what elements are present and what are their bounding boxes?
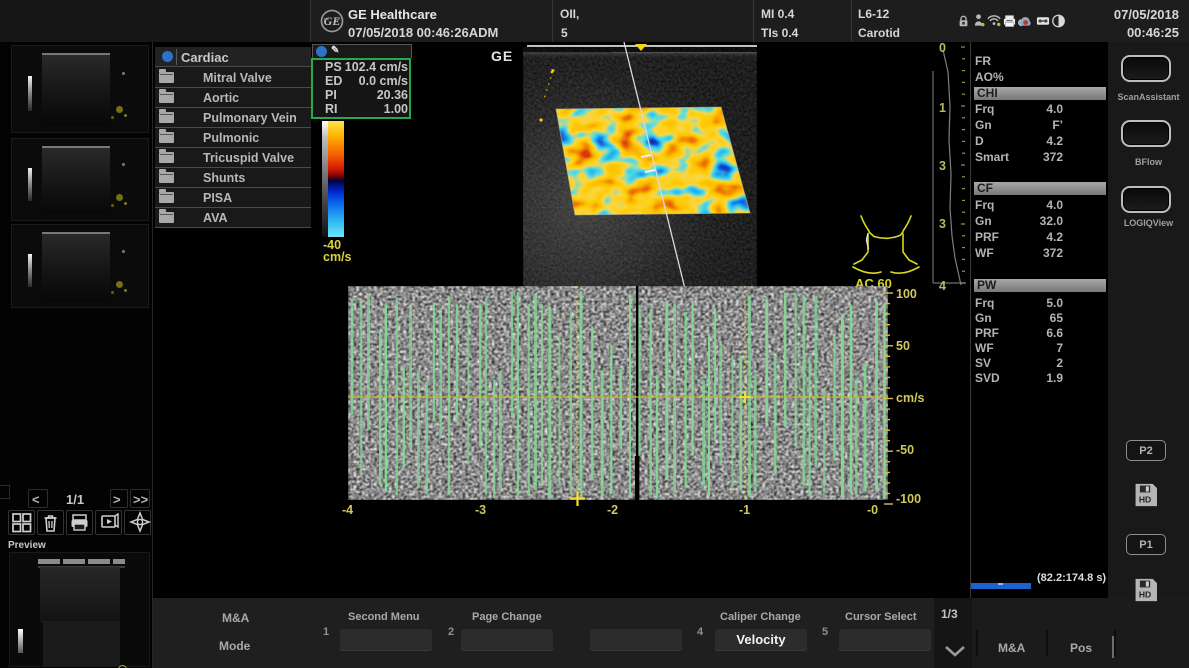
svg-text:GE: GE	[324, 14, 341, 28]
svg-text:HD: HD	[1139, 590, 1151, 600]
svg-text:HD: HD	[1139, 495, 1151, 505]
